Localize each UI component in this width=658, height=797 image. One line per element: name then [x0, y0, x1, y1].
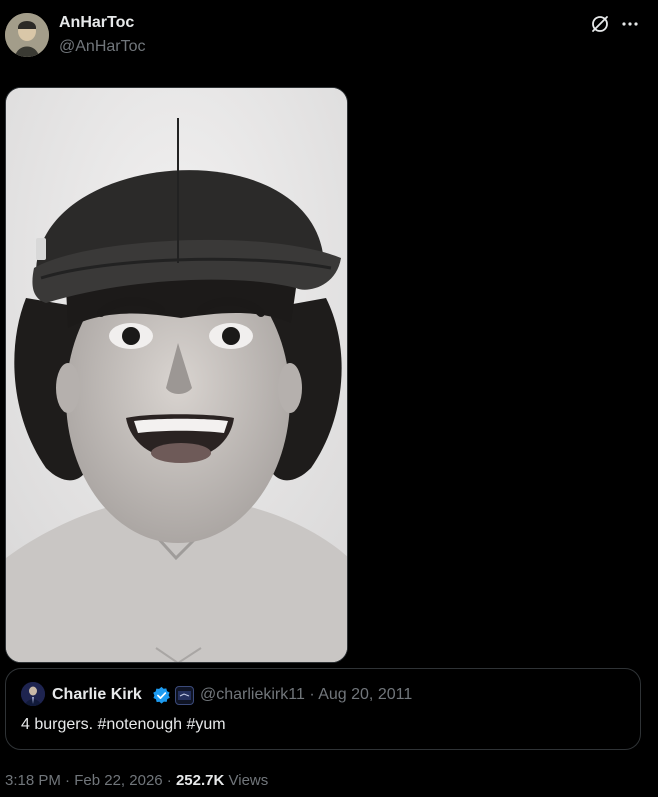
more-horizontal-icon[interactable] — [618, 12, 642, 36]
tweet-date[interactable]: Feb 22, 2026 — [74, 772, 162, 789]
portrait-photo-image — [6, 88, 347, 662]
footer-separator: · — [65, 772, 71, 789]
quoted-date[interactable]: Aug 20, 2011 — [318, 686, 412, 703]
user-avatar-icon — [5, 13, 49, 57]
quoted-tweet[interactable]: Charlie Kirk @charliekirk11 · Aug 20, 20… — [5, 668, 641, 750]
author-avatar[interactable] — [5, 13, 49, 57]
quoted-display-name[interactable]: Charlie Kirk — [52, 685, 142, 705]
author-display-name[interactable]: AnHarToc — [59, 13, 134, 33]
quoted-tweet-text: 4 burgers. #notenough #yum — [21, 716, 226, 733]
quoted-handle-and-date: @charliekirk11 · Aug 20, 2011 — [200, 685, 412, 705]
tweet-time[interactable]: 3:18 PM — [5, 772, 61, 789]
footer-separator: · — [166, 772, 172, 789]
author-handle[interactable]: @AnHarToc — [59, 37, 146, 57]
tweet-detail: AnHarToc @AnHarToc Charlie Kirk @charlie… — [0, 0, 658, 797]
tweet-footer-meta: 3:18 PM · Feb 22, 2026 · 252.7K Views — [5, 771, 268, 791]
affiliate-badge-icon[interactable] — [175, 686, 194, 705]
verified-badge-icon — [152, 686, 171, 705]
quoted-separator: · — [309, 686, 315, 703]
grok-icon[interactable] — [588, 12, 612, 36]
quoted-user-avatar-icon — [21, 682, 45, 706]
views-count: 252.7K — [175, 772, 225, 789]
tweet-media-photo[interactable] — [5, 87, 348, 663]
quoted-handle[interactable]: @charliekirk11 — [200, 686, 305, 703]
quoted-author-avatar[interactable] — [21, 682, 45, 706]
views-label: Views — [228, 772, 269, 789]
